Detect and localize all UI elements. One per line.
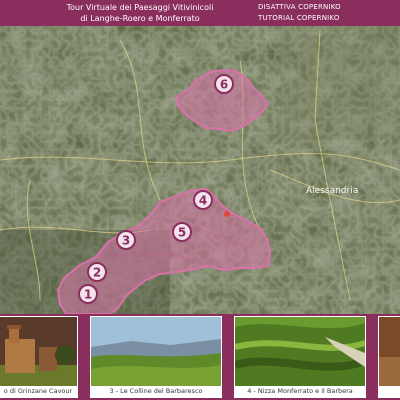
marker-5[interactable]: 5 xyxy=(172,222,192,242)
hills-photo xyxy=(91,317,221,386)
header-bar: Tour Virtuale dei Paesaggi Vitivinicoli … xyxy=(0,0,400,26)
marker-2-label: 2 xyxy=(93,266,101,280)
header-menu: DISATTIVA COPERNIKO TUTORIAL COPERNIKO xyxy=(258,2,341,24)
castle-photo xyxy=(0,317,77,386)
vineyard-photo xyxy=(235,317,365,386)
marker-1[interactable]: 1 xyxy=(78,284,98,304)
marker-4-label: 4 xyxy=(199,194,207,208)
thumbnail-strip: o di Grinzane Cavour 3 - Le Colline del … xyxy=(0,314,400,400)
marker-4[interactable]: 4 xyxy=(193,190,213,210)
town-label-alessandria: Alessandria xyxy=(306,186,358,196)
thumbnail-next[interactable] xyxy=(378,316,400,398)
page-title: Tour Virtuale dei Paesaggi Vitivinicoli … xyxy=(40,2,240,24)
marker-3[interactable]: 3 xyxy=(116,230,136,250)
location-pin-icon[interactable] xyxy=(224,211,230,217)
marker-6[interactable]: 6 xyxy=(214,74,234,94)
marker-5-label: 5 xyxy=(178,226,186,240)
disable-coperniko-link[interactable]: DISATTIVA COPERNIKO xyxy=(258,2,341,13)
landscape-photo xyxy=(379,317,400,386)
marker-6-label: 6 xyxy=(220,78,228,92)
thumbnail-caption xyxy=(379,386,400,397)
title-line-2: di Langhe-Roero e Monferrato xyxy=(80,14,200,23)
marker-1-label: 1 xyxy=(84,288,92,302)
thumbnail-nizza[interactable]: 4 - Nizza Monferrato e il Barbera xyxy=(234,316,366,398)
marker-3-label: 3 xyxy=(122,234,130,248)
thumbnail-barbaresco[interactable]: 3 - Le Colline del Barbaresco xyxy=(90,316,222,398)
thumbnail-caption: 4 - Nizza Monferrato e il Barbera xyxy=(235,386,365,397)
title-line-1: Tour Virtuale dei Paesaggi Vitivinicoli xyxy=(66,3,214,12)
thumbnail-caption: 3 - Le Colline del Barbaresco xyxy=(91,386,221,397)
marker-2[interactable]: 2 xyxy=(87,262,107,282)
thumbnail-caption: o di Grinzane Cavour xyxy=(0,386,77,397)
thumbnail-grinzane[interactable]: o di Grinzane Cavour xyxy=(0,316,78,398)
tutorial-coperniko-link[interactable]: TUTORIAL COPERNIKO xyxy=(258,13,341,24)
